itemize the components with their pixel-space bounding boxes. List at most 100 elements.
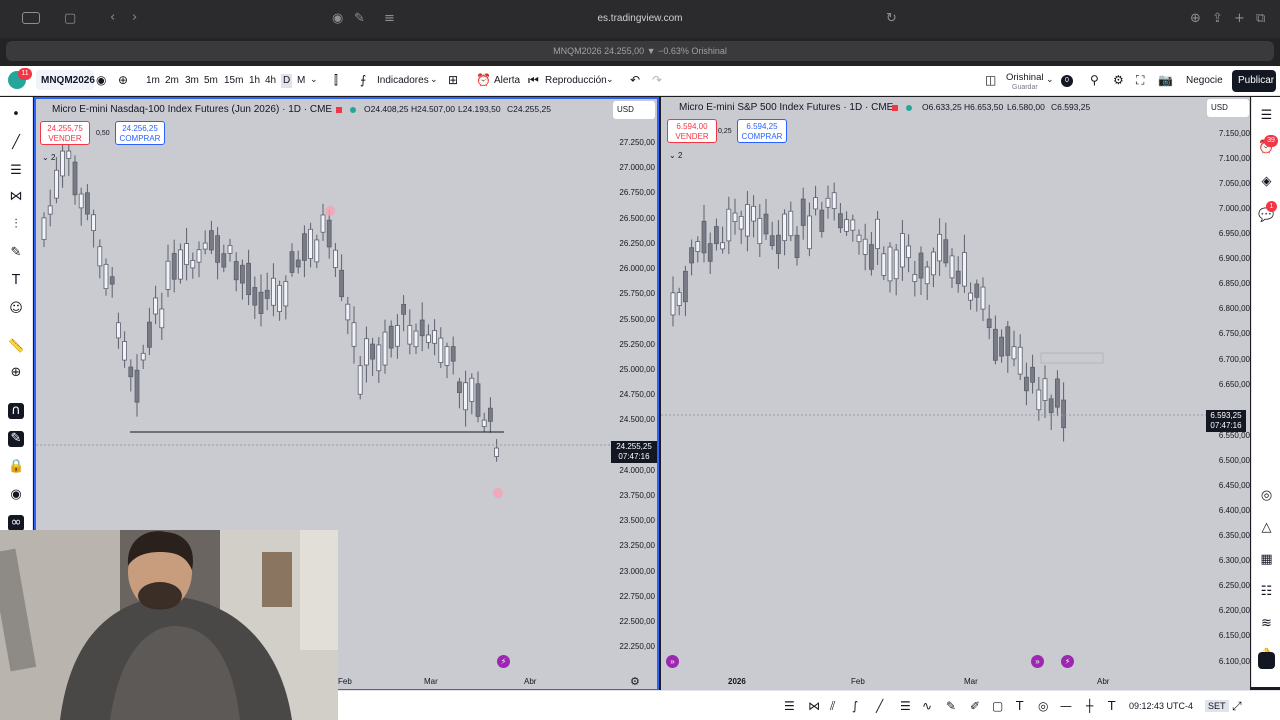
chevron-down-icon[interactable]: ⌄	[310, 73, 318, 87]
magnet-icon[interactable]: ∩	[8, 403, 24, 419]
download-icon[interactable]: ⊕	[1190, 12, 1201, 26]
price-axis[interactable]: 7.150,00 7.100,00 7.050,00 7.000,00 6.950,00…	[1206, 97, 1250, 691]
layers-icon[interactable]: ◈	[1258, 173, 1275, 190]
text-icon[interactable]: T	[1016, 700, 1023, 712]
indicators-button[interactable]: Indicadores	[377, 74, 429, 88]
reload-icon[interactable]: ↻	[886, 12, 897, 26]
trendline-icon[interactable]: ╱	[8, 135, 24, 151]
currency-select[interactable]: USD	[613, 101, 655, 119]
settings-icon[interactable]: ⚙	[630, 675, 640, 688]
sell-button[interactable]: 6.594,00 VENDER	[667, 119, 717, 143]
line-icon[interactable]: ╱	[876, 700, 883, 712]
interval-15m[interactable]: 15m	[224, 74, 243, 88]
zoom-icon[interactable]: ⊕	[8, 365, 24, 381]
bar-pattern-icon[interactable]: ☰	[784, 700, 795, 712]
last-price: 24.255,25	[616, 442, 652, 451]
chevron-down-icon[interactable]: ⌄	[606, 73, 614, 87]
eye-icon[interactable]: ◉	[8, 487, 24, 503]
ruler-icon[interactable]: 📏	[8, 339, 24, 355]
calendar-icon[interactable]: ▦	[1258, 551, 1275, 568]
brush-icon[interactable]: ✎	[8, 245, 24, 261]
highlighter-icon[interactable]: ✐	[970, 700, 980, 712]
new-tab-icon[interactable]: +	[1234, 12, 1245, 26]
vertical-line-icon[interactable]: ┼	[1086, 700, 1093, 712]
indicators-icon[interactable]: ⨍	[360, 73, 366, 87]
camera-icon[interactable]: 📷	[1158, 73, 1173, 87]
symbol-label[interactable]: MNQM2026	[41, 74, 95, 88]
event-icon[interactable]: »	[1031, 655, 1044, 668]
target-icon[interactable]: ◎	[1038, 700, 1048, 712]
interval-4h[interactable]: 4h	[265, 74, 276, 88]
interval-2m[interactable]: 2m	[165, 74, 179, 88]
chart-pane-right[interactable]: Micro E-mini S&P 500 Index Futures · 1D …	[661, 97, 1250, 691]
share-icon[interactable]: ⇪	[1212, 12, 1223, 26]
session-button[interactable]: SET	[1205, 700, 1229, 712]
indicator-count[interactable]: ⌄ 2	[669, 151, 682, 160]
expand-icon[interactable]: ⤢	[1232, 700, 1242, 712]
candles-icon[interactable]: ⫿	[334, 73, 338, 87]
watchlist-icon[interactable]: ☰	[1258, 107, 1275, 124]
flag-icon[interactable]: ◉	[96, 73, 106, 87]
apps-icon[interactable]	[1258, 652, 1275, 669]
buy-button[interactable]: 6.594,25 COMPRAR	[737, 119, 787, 143]
pattern-icon[interactable]: ⋈	[808, 700, 820, 712]
chevron-down-icon[interactable]: ⌄	[430, 73, 438, 87]
layout-icon[interactable]: ◫	[985, 73, 996, 87]
event-icon[interactable]: »	[666, 655, 679, 668]
address-bar[interactable]: es.tradingview.com	[0, 13, 1280, 24]
price-axis[interactable]: 27.250,00 27.000,00 26.750,00 26.500,00 26.2…	[611, 99, 657, 689]
wave-icon[interactable]: ∿	[922, 700, 932, 712]
emoji-icon[interactable]: ☺	[8, 301, 24, 317]
alert-button[interactable]: Alerta	[494, 74, 520, 88]
stay-drawing-icon[interactable]: ✎	[8, 431, 24, 447]
clock-label[interactable]: 09:12:43 UTC-4	[1129, 700, 1193, 712]
text-icon[interactable]: T	[8, 273, 24, 289]
tabs-icon[interactable]: ⧉	[1256, 12, 1265, 26]
cursor-icon[interactable]: •	[8, 107, 24, 123]
interval-m[interactable]: M	[297, 74, 305, 88]
replay-button[interactable]: Reproducción	[545, 74, 607, 88]
ideas-icon[interactable]: △	[1258, 519, 1275, 536]
horizontal-line-icon[interactable]: —	[1060, 700, 1072, 712]
lightning-icon[interactable]: ⚡	[1061, 655, 1074, 668]
indicator-count[interactable]: ⌄ 2	[42, 153, 55, 162]
lock-icon[interactable]: 🔒	[8, 459, 24, 475]
news-icon[interactable]: ☷	[1258, 583, 1275, 600]
feed-icon[interactable]: ≋	[1258, 615, 1275, 632]
interval-1m[interactable]: 1m	[146, 74, 160, 88]
fullscreen-icon[interactable]: ⛶	[1136, 73, 1144, 87]
target-icon[interactable]: ◎	[1258, 487, 1275, 504]
layout-save[interactable]: Guardar	[1012, 81, 1038, 95]
trade-button[interactable]: Negocie	[1186, 74, 1223, 88]
interval-d[interactable]: D	[281, 74, 293, 88]
currency-select[interactable]: USD	[1207, 99, 1249, 117]
redo-icon[interactable]: ↷	[652, 73, 662, 87]
replay-icon[interactable]: ⏮	[528, 73, 539, 87]
forecast-icon[interactable]: ⫶	[8, 217, 24, 233]
rectangle-icon[interactable]: ▢	[992, 700, 1003, 712]
lightning-icon[interactable]: ⚡	[497, 655, 510, 668]
range-box[interactable]	[1040, 352, 1104, 364]
settings-icon[interactable]: ⚙	[1113, 73, 1124, 87]
candle-body	[382, 331, 388, 366]
curve-icon[interactable]: ∫	[852, 700, 858, 712]
undo-icon[interactable]: ↶	[630, 73, 640, 87]
fib-icon[interactable]: ☰	[900, 700, 911, 712]
text-size-icon[interactable]: T	[1108, 700, 1115, 712]
quick-search-icon[interactable]: ⚲	[1090, 73, 1099, 87]
interval-5m[interactable]: 5m	[204, 74, 218, 88]
compare-add-icon[interactable]: ⊕	[118, 73, 128, 87]
sell-button[interactable]: 24.255,75 VENDER	[40, 121, 90, 145]
interval-3m[interactable]: 3m	[185, 74, 199, 88]
link-icon[interactable]: ∞	[8, 515, 24, 531]
alarm-icon[interactable]: ⏰	[476, 73, 491, 87]
parallel-channel-icon[interactable]: ⫽	[830, 700, 835, 712]
interval-1h[interactable]: 1h	[249, 74, 260, 88]
buy-button[interactable]: 24.256,25 COMPRAR	[115, 121, 165, 145]
fib-icon[interactable]: ☰	[8, 163, 24, 179]
templates-icon[interactable]: ⊞	[448, 73, 458, 87]
chevron-down-icon[interactable]: ⌄	[1046, 73, 1054, 87]
active-tab[interactable]: MNQM2026 24.255,00 ▼ −0.63% Orishinal	[6, 41, 1274, 61]
brush-icon[interactable]: ✎	[946, 700, 956, 712]
pattern-icon[interactable]: ⋈	[8, 189, 24, 205]
